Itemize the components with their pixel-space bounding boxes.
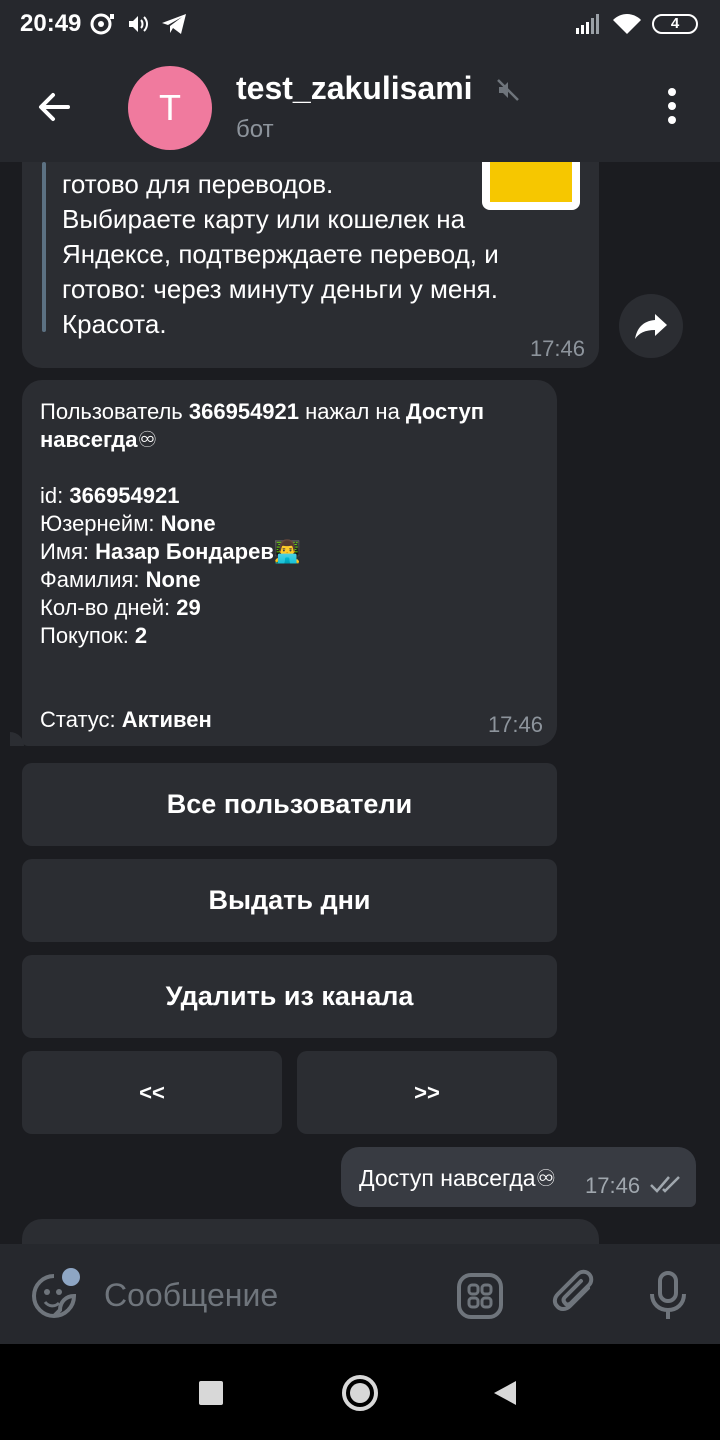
- status-bar: 20:49 4: [0, 0, 720, 50]
- message-text-line: навсегда♾: [40, 426, 157, 454]
- message-bubble-quote[interactable]: готово для переводов. Выбираете карту ил…: [22, 162, 599, 368]
- message-text-line: Красота.: [62, 309, 167, 339]
- bubble-tail: [10, 732, 24, 746]
- username-value: None: [160, 511, 216, 536]
- user-id-value: 366954921: [188, 399, 300, 424]
- arrow-left-icon: [39, 93, 70, 121]
- chat-title[interactable]: test_zakulisami: [236, 70, 473, 107]
- text-label: нажал на: [299, 399, 406, 424]
- message-text-line: Яндексе, подтверждаете перевод, и: [62, 239, 499, 269]
- quote-bar: [42, 162, 46, 332]
- message-bubble-user-info[interactable]: Пользователь 366954921 нажал на Доступ н…: [10, 380, 557, 746]
- next-page-button[interactable]: >>: [297, 1051, 557, 1134]
- double-check-icon: [650, 1176, 680, 1193]
- message-text-line: Пользователь 366954921 нажал на Доступ: [40, 398, 484, 426]
- text-label: id:: [40, 483, 70, 508]
- id-value: 366954921: [69, 483, 180, 508]
- remove-from-channel-button[interactable]: Удалить из канала: [22, 955, 557, 1038]
- message-text-line: Покупок: 2: [40, 622, 147, 650]
- battery-icon: 4: [652, 14, 698, 34]
- more-vertical-icon: [668, 88, 676, 124]
- name-value: Назар Бондарев👨‍💻: [95, 539, 302, 564]
- message-text-line: Имя: Назар Бондарев👨‍💻: [40, 538, 301, 566]
- status-time: 20:49: [20, 10, 82, 37]
- home-circle-icon: [350, 1383, 370, 1403]
- recents-button[interactable]: [199, 1381, 223, 1405]
- mute-icon: [497, 79, 519, 101]
- text-label: Фамилия:: [40, 567, 146, 592]
- text-label: Пользователь: [40, 399, 189, 424]
- back-triangle-button[interactable]: [492, 1379, 518, 1407]
- battery-level: 4: [670, 15, 680, 32]
- chat-subtitle: бот: [236, 116, 274, 143]
- message-time: 17:46: [529, 336, 585, 361]
- surname-value: None: [145, 567, 201, 592]
- message-text-line: id: 366954921: [40, 482, 179, 510]
- data-saver-icon: [90, 13, 114, 35]
- text-label: Статус:: [40, 707, 122, 732]
- message-text-line: Выбираете карту или кошелек на: [62, 204, 466, 234]
- message-text-line: Фамилия: None: [40, 566, 201, 594]
- purchases-value: 2: [134, 623, 148, 648]
- give-days-button[interactable]: Выдать дни: [22, 859, 557, 942]
- message-time: 17:46: [487, 712, 543, 737]
- bot-commands-button[interactable]: [456, 1272, 504, 1320]
- outgoing-message-bubble[interactable]: Доступ навсегда♾ 17:46: [341, 1147, 696, 1207]
- message-text-line: Юзернейм: None: [40, 510, 216, 538]
- voice-message-button[interactable]: [646, 1270, 690, 1322]
- text-label: Кол-во дней:: [40, 595, 177, 620]
- message-text: Доступ навсегда♾: [359, 1165, 557, 1191]
- message-bubble-partial[interactable]: [22, 1219, 599, 1244]
- home-button[interactable]: [342, 1375, 378, 1411]
- access-type-value: Доступ: [405, 399, 485, 424]
- apps-grid-icon: [457, 1273, 503, 1319]
- menu-button[interactable]: [656, 86, 688, 128]
- signal-icon: [576, 14, 599, 34]
- share-arrow-icon: [635, 314, 667, 339]
- system-nav-bar: [0, 1344, 720, 1440]
- message-input[interactable]: [104, 1272, 434, 1318]
- message-text-line: готово для переводов.: [62, 169, 334, 199]
- volume-icon: [129, 16, 148, 32]
- message-text-line: Кол-во дней: 29: [40, 594, 201, 622]
- notification-dot: [62, 1268, 80, 1286]
- telegram-icon: [162, 14, 186, 34]
- back-button[interactable]: [26, 84, 82, 130]
- paperclip-icon: [552, 1269, 594, 1311]
- chat-header: T test_zakulisami бот: [0, 50, 720, 162]
- avatar[interactable]: T: [128, 66, 212, 150]
- message-time: 17:46: [585, 1173, 641, 1198]
- link-preview-thumbnail[interactable]: [482, 162, 580, 210]
- text-label: Юзернейм:: [40, 511, 161, 536]
- access-type-value: навсегда♾: [40, 427, 158, 452]
- all-users-button[interactable]: Все пользователи: [22, 763, 557, 846]
- text-label: Имя:: [40, 539, 96, 564]
- message-input-bar: [0, 1244, 720, 1344]
- message-text-line: Статус: Активен: [40, 706, 212, 734]
- forward-button[interactable]: [619, 294, 683, 358]
- microphone-icon: [650, 1271, 686, 1319]
- emoji-button[interactable]: [28, 1268, 80, 1322]
- attach-button[interactable]: [552, 1268, 600, 1320]
- thumbnail-image: [490, 162, 572, 202]
- status-value: Активен: [121, 707, 212, 732]
- days-value: 29: [176, 595, 201, 620]
- prev-page-button[interactable]: <<: [22, 1051, 282, 1134]
- message-list[interactable]: готово для переводов. Выбираете карту ил…: [0, 162, 720, 1244]
- text-label: Покупок:: [40, 623, 135, 648]
- message-text-line: готово: через минуту деньги у меня.: [62, 274, 498, 304]
- wifi-icon: [613, 14, 641, 34]
